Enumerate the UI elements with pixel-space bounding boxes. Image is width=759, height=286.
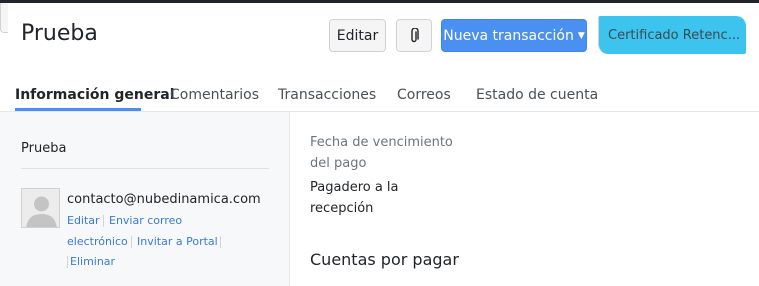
top-border [0, 0, 759, 3]
tab-transactions[interactable]: Transacciones [278, 87, 376, 103]
separator [220, 236, 221, 248]
divider [21, 168, 269, 169]
separator [103, 215, 104, 227]
due-date-value: Pagadero a la [310, 180, 399, 195]
active-tab-indicator [15, 108, 141, 111]
attach-button[interactable] [396, 19, 432, 52]
edit-contact-link[interactable]: Editar [67, 214, 100, 227]
more-button[interactable] [0, 0, 8, 33]
caret-down-icon: ▼ [577, 30, 585, 41]
contact-name: Prueba [21, 141, 67, 156]
invite-portal-link[interactable]: Invitar a Portal [137, 235, 218, 248]
certificate-button[interactable]: Certificado Retenc... [598, 16, 746, 54]
separator [67, 256, 68, 268]
avatar [21, 188, 60, 228]
send-email-link[interactable]: Enviar correo [109, 214, 182, 227]
accounts-payable-heading: Cuentas por pagar [310, 250, 459, 269]
page-title: Prueba [21, 21, 98, 46]
new-transaction-button[interactable]: Nueva transacción ▼ [441, 19, 587, 52]
due-date-value-continued: recepción [310, 201, 374, 216]
separator [131, 236, 132, 248]
user-silhouette-icon [22, 189, 59, 227]
tab-emails[interactable]: Correos [397, 87, 451, 103]
edit-button[interactable]: Editar [329, 19, 386, 52]
due-date-label-continued: del pago [310, 156, 367, 171]
tab-general-info[interactable]: Información general [15, 87, 175, 103]
paperclip-icon [411, 27, 419, 42]
tab-comments[interactable]: Comentarios [170, 87, 259, 103]
contact-email: contacto@nubedinamica.com [67, 192, 261, 207]
tab-account-statement[interactable]: Estado de cuenta [476, 87, 598, 103]
send-email-link-continued[interactable]: electrónico [67, 235, 128, 248]
tab-bar: Información general Comentarios Transacc… [0, 78, 759, 112]
delete-contact-link[interactable]: Eliminar [70, 255, 115, 268]
new-transaction-label: Nueva transacción [443, 27, 574, 44]
due-date-label: Fecha de vencimiento [310, 135, 453, 150]
